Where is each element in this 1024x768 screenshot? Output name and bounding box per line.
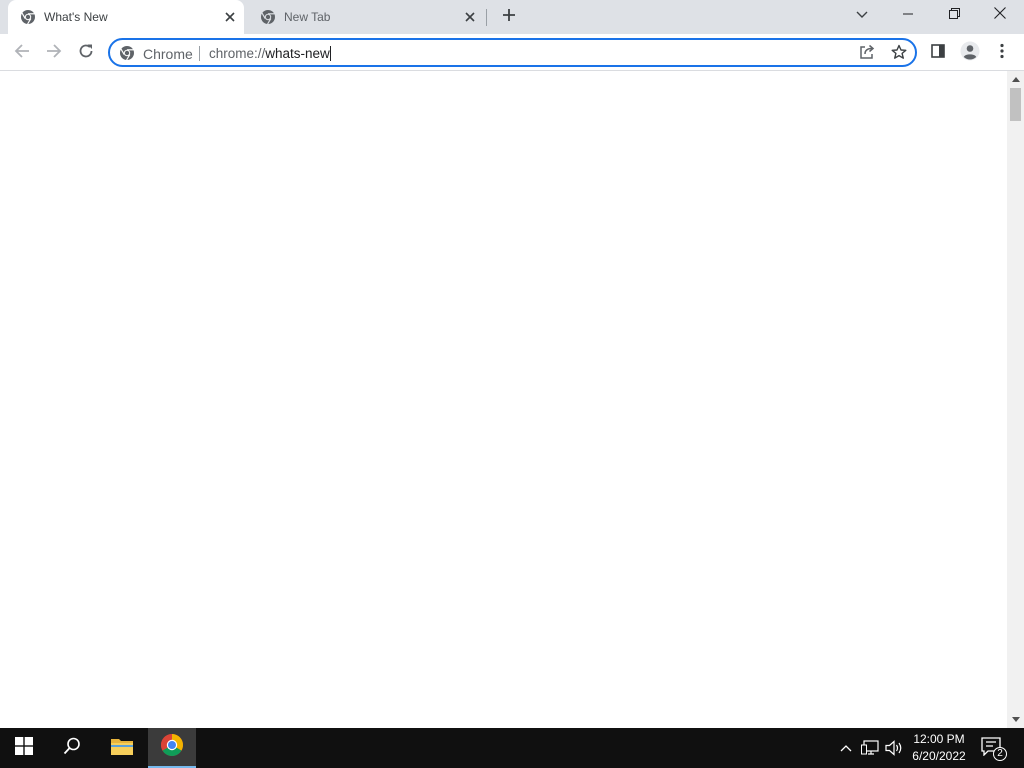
- bookmark-star-icon: [891, 44, 907, 65]
- chrome-taskbar-button[interactable]: [148, 728, 196, 768]
- tab-whats-new[interactable]: What's New: [8, 0, 244, 34]
- file-explorer-button[interactable]: [98, 728, 146, 768]
- windows-taskbar: 12:00 PM 6/20/2022 2: [0, 728, 1024, 768]
- tab-search-button[interactable]: [839, 0, 885, 30]
- page-content: [0, 71, 1007, 728]
- chrome-icon: [260, 9, 276, 25]
- chrome-icon: [119, 45, 135, 61]
- chevron-down-icon: [856, 6, 868, 24]
- plus-icon: [502, 8, 516, 27]
- text-caret: [329, 46, 331, 61]
- tab-strip: What's New New Tab: [0, 0, 1024, 34]
- share-icon: [859, 44, 875, 65]
- scroll-down-icon[interactable]: [1011, 715, 1020, 724]
- start-button[interactable]: [0, 728, 48, 768]
- minimize-button[interactable]: [885, 0, 931, 30]
- url-host: whats-new: [265, 46, 330, 61]
- forward-button[interactable]: [41, 40, 67, 66]
- tab-title: New Tab: [284, 10, 331, 24]
- tab-close-icon[interactable]: [222, 9, 238, 25]
- profile-icon: [960, 41, 980, 66]
- vertical-scrollbar[interactable]: [1007, 71, 1024, 728]
- back-icon: [14, 43, 30, 64]
- tab-close-icon[interactable]: [462, 9, 478, 25]
- chrome-menu-button[interactable]: [989, 40, 1015, 66]
- network-icon[interactable]: [860, 738, 880, 758]
- reload-button[interactable]: [73, 40, 99, 66]
- scroll-up-icon[interactable]: [1011, 75, 1020, 84]
- scrollbar-thumb[interactable]: [1010, 88, 1021, 121]
- url-scheme: chrome://: [209, 46, 266, 61]
- restore-button[interactable]: [931, 0, 977, 30]
- browser-toolbar: Chrome chrome://whats-new: [0, 34, 1024, 71]
- windows-start-icon: [15, 736, 33, 760]
- forward-icon: [46, 43, 62, 64]
- taskbar-search-button[interactable]: [48, 728, 96, 768]
- volume-icon[interactable]: [884, 738, 904, 758]
- address-bar[interactable]: Chrome chrome://whats-new: [108, 38, 917, 67]
- clock-time: 12:00 PM: [913, 732, 965, 746]
- profile-button[interactable]: [957, 40, 983, 66]
- new-tab-button[interactable]: [497, 5, 521, 29]
- chrome-icon: [20, 9, 36, 25]
- share-button[interactable]: [856, 43, 878, 65]
- menu-icon: [1000, 43, 1004, 64]
- taskbar-clock[interactable]: 12:00 PM 6/20/2022: [904, 731, 974, 765]
- omnibox-divider: [199, 46, 200, 61]
- chrome-icon: [160, 733, 184, 762]
- tab-separator: [486, 9, 487, 26]
- tab-new-tab[interactable]: New Tab: [248, 0, 484, 34]
- bookmark-button[interactable]: [888, 43, 910, 65]
- back-button[interactable]: [9, 40, 35, 66]
- search-icon: [63, 737, 81, 760]
- side-panel-button[interactable]: [925, 40, 951, 66]
- show-hidden-icons-icon[interactable]: [836, 738, 856, 758]
- restore-icon: [948, 6, 960, 24]
- minimize-icon: [903, 6, 913, 24]
- file-explorer-icon: [110, 736, 134, 761]
- clock-date: 6/20/2022: [912, 749, 966, 763]
- close-icon: [994, 6, 1006, 24]
- tab-title: What's New: [44, 10, 108, 24]
- omnibox-chip-label[interactable]: Chrome: [143, 46, 193, 62]
- side-panel-icon: [930, 43, 946, 64]
- notification-count-badge: 2: [993, 747, 1007, 761]
- url-text[interactable]: chrome://whats-new: [209, 46, 331, 61]
- reload-icon: [78, 43, 94, 64]
- window-close-button[interactable]: [977, 0, 1023, 30]
